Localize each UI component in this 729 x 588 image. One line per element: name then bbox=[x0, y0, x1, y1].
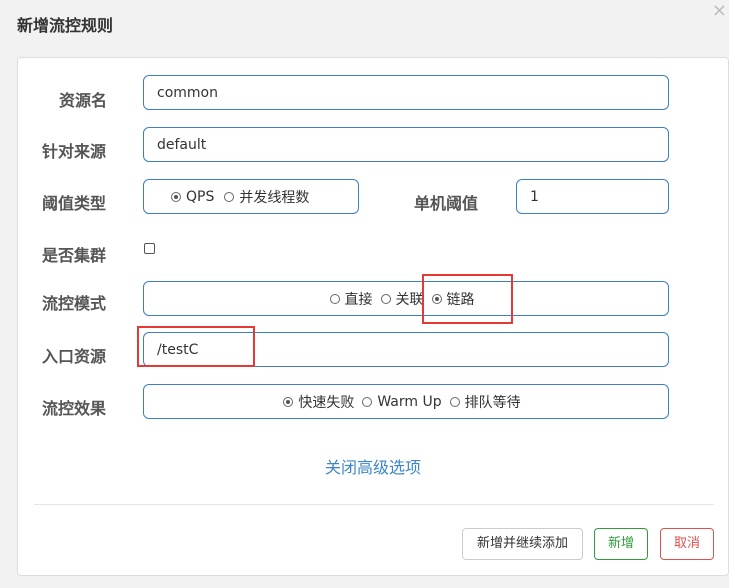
limit-app-label: 针对来源 bbox=[42, 142, 107, 161]
radio-warm-up[interactable]: Warm Up bbox=[362, 393, 442, 410]
radio-unchecked-icon bbox=[224, 191, 235, 202]
add-button[interactable]: 新增 bbox=[594, 528, 648, 560]
form-panel: 资源名 针对来源 阈值类型 QPS 并发线程数 单机阈值 是否集群 流控模式 直… bbox=[17, 57, 729, 576]
radio-qps-label: QPS bbox=[186, 188, 215, 205]
radio-threads[interactable]: 并发线程数 bbox=[224, 187, 309, 207]
radio-chain-label: 链路 bbox=[446, 291, 475, 308]
radio-qps[interactable]: QPS bbox=[171, 189, 214, 205]
radio-checked-icon bbox=[283, 396, 294, 407]
cancel-button[interactable]: 取消 bbox=[660, 528, 714, 560]
radio-checked-icon bbox=[171, 191, 181, 202]
radio-direct[interactable]: 直接 bbox=[329, 289, 373, 309]
radio-fast-fail[interactable]: 快速失败 bbox=[283, 392, 354, 412]
flow-mode-label: 流控模式 bbox=[42, 294, 107, 313]
entry-resource-input[interactable] bbox=[143, 332, 669, 367]
radio-unchecked-icon bbox=[329, 293, 340, 304]
threshold-type-group: QPS 并发线程数 bbox=[143, 179, 359, 214]
limit-app-input[interactable] bbox=[143, 127, 669, 162]
radio-direct-label: 直接 bbox=[344, 291, 373, 308]
flow-mode-group: 直接 关联 链路 bbox=[143, 281, 669, 316]
divider bbox=[34, 504, 714, 505]
single-threshold-label: 单机阈值 bbox=[414, 194, 479, 213]
radio-fast-fail-label: 快速失败 bbox=[298, 394, 355, 411]
radio-relate-label: 关联 bbox=[395, 291, 424, 308]
radio-chain[interactable]: 链路 bbox=[431, 289, 475, 309]
radio-unchecked-icon bbox=[380, 293, 391, 304]
radio-unchecked-icon bbox=[449, 396, 460, 407]
add-and-continue-button[interactable]: 新增并继续添加 bbox=[462, 528, 583, 560]
resource-name-label: 资源名 bbox=[59, 91, 108, 110]
radio-threads-label: 并发线程数 bbox=[239, 189, 310, 206]
resource-name-input[interactable] bbox=[143, 75, 669, 110]
dialog-title: 新增流控规则 bbox=[17, 16, 114, 35]
radio-checked-icon bbox=[431, 293, 442, 304]
radio-unchecked-icon bbox=[362, 396, 373, 407]
threshold-type-label: 阈值类型 bbox=[42, 194, 107, 213]
cluster-label: 是否集群 bbox=[42, 246, 107, 265]
close-icon[interactable]: × bbox=[712, 0, 727, 21]
radio-relate[interactable]: 关联 bbox=[380, 289, 424, 309]
entry-resource-label: 入口资源 bbox=[42, 347, 107, 366]
radio-warm-up-label: Warm Up bbox=[377, 393, 442, 410]
flow-effect-group: 快速失败 Warm Up 排队等待 bbox=[143, 384, 669, 419]
flow-effect-label: 流控效果 bbox=[42, 399, 107, 418]
radio-queue-label: 排队等待 bbox=[464, 394, 521, 411]
single-threshold-input[interactable] bbox=[516, 179, 669, 214]
radio-queue[interactable]: 排队等待 bbox=[449, 392, 521, 412]
cluster-checkbox[interactable] bbox=[144, 243, 155, 254]
toggle-advanced-link[interactable]: 关闭高级选项 bbox=[18, 454, 728, 478]
